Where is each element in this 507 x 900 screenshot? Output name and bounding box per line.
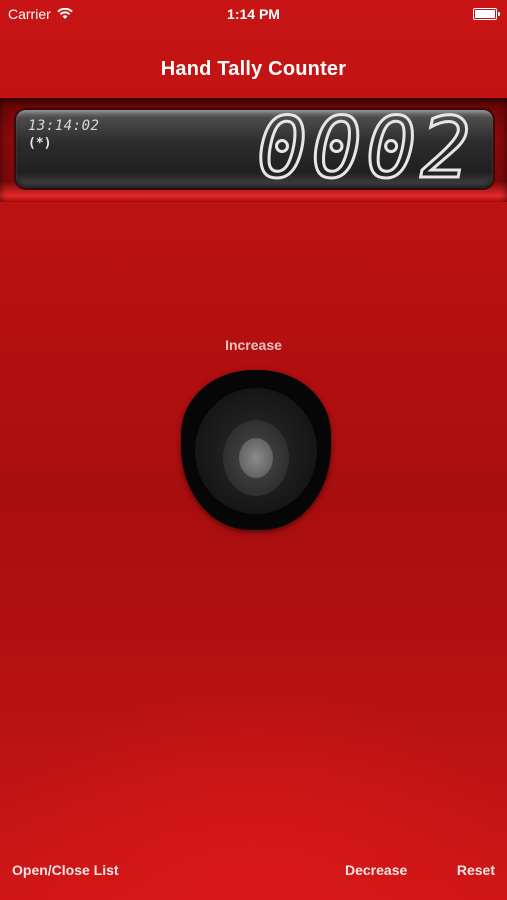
reset-button[interactable]: Reset [457,862,495,878]
status-time: 1:14 PM [227,6,280,22]
increase-label: Increase [225,337,282,353]
open-close-list-button[interactable]: Open/Close List [12,862,119,878]
button-center [239,438,273,478]
battery-icon [473,8,500,20]
bottom-toolbar: Open/Close List Decrease Reset [0,860,507,884]
lcd-count: 0002 [255,110,475,188]
lcd-panel: 13:14:02 (*) 0002 [16,110,493,188]
counter-display-area: 13:14:02 (*) 0002 [0,98,507,202]
page-title: Hand Tally Counter [160,58,347,80]
increase-button[interactable] [181,370,331,530]
decrease-button[interactable]: Decrease [345,862,407,878]
status-bar: Carrier 1:14 PM [0,0,507,28]
lcd-timestamp: 13:14:02 [28,118,100,134]
lcd-indicator: (*) [28,136,52,151]
